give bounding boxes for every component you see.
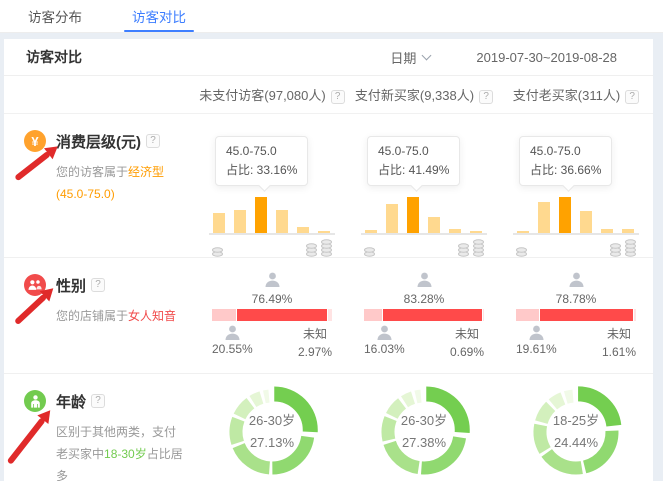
female-icon (416, 272, 433, 287)
female-percent: 78.78% (516, 292, 636, 306)
column-header-new-buyers: 支付新买家(9,338人)? (348, 85, 500, 104)
top-tab-bar: 访客分布 访客对比 (0, 0, 663, 33)
chart-tooltip: 45.0-75.0 占比: 41.49% (367, 136, 460, 186)
consumption-chart-new-buyers[interactable]: 45.0-75.0 占比: 41.49% (361, 114, 487, 257)
unknown-percent: 2.97% (298, 343, 332, 361)
column-header-row: 未支付访客(97,080人)? 支付新买家(9,338人)? 支付老买家(311… (4, 76, 653, 114)
female-percent: 83.28% (364, 292, 484, 306)
age-note: 区别于其他两类，支付老买家中18-30岁占比居多 (56, 421, 184, 481)
male-percent: 20.55% (212, 340, 253, 358)
gender-note: 您的店铺属于女人知音 (56, 305, 184, 327)
donut-chart (376, 384, 472, 480)
consumption-chart-unpaid[interactable]: 45.0-75.0 占比: 33.16% (209, 114, 335, 257)
bar-series (365, 195, 487, 233)
date-area: 日期 2019-07-30~2019-08-28 (390, 48, 631, 67)
chart-axis (209, 233, 335, 257)
female-icon (568, 272, 585, 287)
unknown-label: 未知 (303, 325, 327, 343)
section-title-gender: 性别 (56, 275, 86, 296)
help-icon[interactable]: ? (91, 278, 105, 292)
consumption-note: 您的访客属于经济型(45.0-75.0) (56, 161, 184, 205)
gender-stacked-bar (212, 309, 332, 321)
age-donut-new-buyers[interactable]: 26-30岁 27.38% (376, 374, 472, 481)
age-donut-unpaid[interactable]: 26-30岁 27.13% (224, 374, 320, 481)
unknown-label: 未知 (455, 325, 479, 343)
chart-tooltip: 45.0-75.0 占比: 36.66% (519, 136, 612, 186)
female-percent: 76.49% (212, 292, 332, 306)
consumption-label-cell: ¥ 消费层级(元) ? 您的访客属于经济型(45.0-75.0) (24, 114, 196, 257)
help-icon[interactable]: ? (91, 394, 105, 408)
age-donut-old-buyers[interactable]: 18-25岁 24.44% (528, 374, 624, 481)
female-icon (264, 272, 281, 287)
tab-visitor-distribution[interactable]: 访客分布 (22, 0, 88, 32)
unknown-percent: 1.61% (602, 343, 636, 361)
consumption-chart-old-buyers[interactable]: 45.0-75.0 占比: 36.66% (513, 114, 639, 257)
chart-axis (361, 233, 487, 257)
gender-chart-old-buyers[interactable]: 78.78% 19.61% 未知 1.61% (516, 258, 636, 361)
male-percent: 19.61% (516, 340, 557, 358)
yen-icon: ¥ (24, 130, 46, 152)
chart-tooltip: 45.0-75.0 占比: 33.16% (215, 136, 308, 186)
date-range-picker[interactable]: 2019-07-30~2019-08-28 (476, 50, 617, 65)
male-percent: 16.03% (364, 340, 405, 358)
gender-stacked-bar (516, 309, 636, 321)
male-icon (376, 325, 393, 340)
gender-label-cell: 性别 ? 您的店铺属于女人知音 (24, 258, 196, 373)
row-age: 年龄 ? 区别于其他两类，支付老买家中18-30岁占比居多 26-30岁 27.… (4, 373, 653, 481)
coins-low-icon (363, 237, 376, 257)
help-icon[interactable]: ? (479, 90, 493, 104)
male-icon (528, 325, 545, 340)
page-title: 访客对比 (26, 47, 82, 67)
column-header-old-buyers: 支付老买家(311人)? (500, 85, 652, 104)
help-icon[interactable]: ? (146, 134, 160, 148)
coins-low-icon (211, 237, 224, 257)
age-label-cell: 年龄 ? 区别于其他两类，支付老买家中18-30岁占比居多 (24, 374, 196, 481)
date-dropdown[interactable]: 日期 (390, 48, 416, 67)
bar-series (517, 195, 639, 233)
age-note-highlight: 18-30岁 (104, 447, 147, 461)
coins-high-icon (457, 237, 485, 257)
unknown-label: 未知 (607, 325, 631, 343)
gender-stacked-bar (364, 309, 484, 321)
coins-high-icon (609, 237, 637, 257)
row-consumption-level: ¥ 消费层级(元) ? 您的访客属于经济型(45.0-75.0) 45.0-75… (4, 114, 653, 257)
section-title-consumption: 消费层级(元) (56, 131, 141, 152)
visitor-comparison-card: 访客对比 日期 2019-07-30~2019-08-28 未支付访客(97,0… (4, 39, 653, 481)
donut-chart (224, 384, 320, 480)
card-header: 访客对比 日期 2019-07-30~2019-08-28 (4, 39, 653, 76)
gender-note-highlight: 女人知音 (128, 309, 176, 323)
chart-axis (513, 233, 639, 257)
gender-chart-new-buyers[interactable]: 83.28% 16.03% 未知 0.69% (364, 258, 484, 361)
coins-high-icon (305, 237, 333, 257)
donut-chart (528, 384, 624, 480)
help-icon[interactable]: ? (331, 90, 345, 104)
bar-series (213, 195, 335, 233)
unknown-percent: 0.69% (450, 343, 484, 361)
row-gender: 性别 ? 您的店铺属于女人知音 76.49% 20.55% (4, 257, 653, 373)
tab-visitor-comparison[interactable]: 访客对比 (126, 0, 192, 32)
coins-low-icon (515, 237, 528, 257)
gender-chart-unpaid[interactable]: 76.49% 20.55% 未知 2.97% (212, 258, 332, 361)
male-icon (224, 325, 241, 340)
help-icon[interactable]: ? (625, 90, 639, 104)
column-header-unpaid-visitors: 未支付访客(97,080人)? (196, 85, 348, 104)
chevron-down-icon[interactable] (422, 51, 432, 61)
section-title-age: 年龄 (56, 391, 86, 412)
